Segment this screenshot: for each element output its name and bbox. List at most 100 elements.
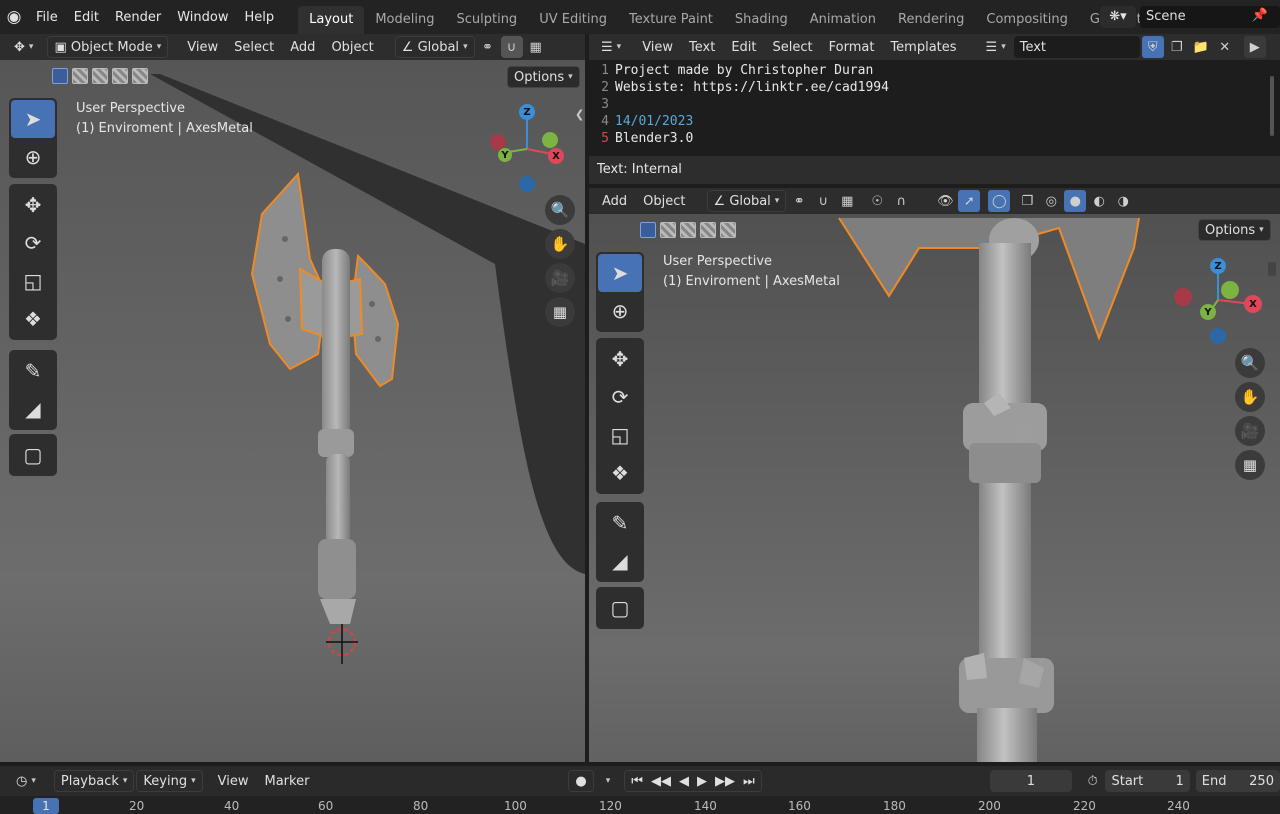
tab-shading[interactable]: Shading — [724, 6, 799, 34]
right-rotate-icon[interactable]: ⟳ — [598, 378, 642, 416]
tab-modeling[interactable]: Modeling — [364, 6, 445, 34]
left-menu-view[interactable]: View — [180, 40, 225, 55]
right-gizmo-y[interactable]: Y — [1200, 304, 1216, 320]
code-line[interactable]: 1 Project made by Christopher Duran — [589, 62, 1280, 79]
duplicate-text-icon[interactable]: ❐ — [1166, 36, 1188, 58]
jump-end-icon[interactable]: ⏭ — [743, 774, 755, 789]
right-gizmo-neg-z[interactable] — [1210, 328, 1226, 344]
right-menu-add[interactable]: Add — [595, 194, 634, 209]
right-select-new-icon[interactable] — [640, 222, 656, 238]
annotate-icon[interactable]: ✎ — [11, 352, 55, 390]
menu-edit[interactable]: Edit — [66, 10, 107, 25]
right-orientation-dropdown[interactable]: ∠ Global ▾ — [706, 190, 787, 212]
open-text-icon[interactable]: 📁 — [1190, 36, 1212, 58]
left-pan-hand-icon[interactable]: ✋ — [545, 229, 575, 259]
right-snap-icon[interactable]: ∪ — [812, 190, 834, 212]
left-camera-icon[interactable]: 🎥 — [545, 263, 575, 293]
overlay-toggle-icon[interactable]: ◯ — [988, 190, 1011, 212]
text-editor-type-icon[interactable]: ☰ ▾ — [595, 36, 627, 58]
right-select-intersect-icon[interactable] — [720, 222, 736, 238]
current-frame-field[interactable]: 1 — [989, 770, 1072, 792]
te-menu-format[interactable]: Format — [822, 40, 882, 55]
menu-window[interactable]: Window — [169, 10, 236, 25]
right-select-extend-icon[interactable] — [660, 222, 676, 238]
solid-shading-icon[interactable]: ● — [1064, 190, 1087, 212]
timeline-ruler[interactable]: 1 20 40 60 80 100 120 140 160 180 200 22… — [0, 796, 1280, 814]
play-icon[interactable]: ▶ — [697, 774, 707, 789]
right-transform-icon[interactable]: ❖ — [598, 454, 642, 492]
mode-dropdown[interactable]: ▣ Object Mode ▾ — [47, 36, 169, 58]
right-select-box-icon[interactable]: ➤ — [598, 254, 642, 292]
left-gizmo-x[interactable]: X — [548, 148, 564, 164]
line-text[interactable]: 14/01/2023 — [615, 113, 693, 130]
left-collapse-arrow-icon[interactable]: ❮ — [575, 108, 584, 121]
playback-dropdown[interactable]: Playback ▾ — [53, 770, 135, 792]
left-gizmo-z[interactable]: Z — [519, 104, 535, 120]
pivot-icon[interactable]: ⚭ — [477, 36, 499, 58]
start-frame-field[interactable]: Start 1 — [1105, 770, 1190, 792]
select-intersect-icon[interactable] — [132, 68, 148, 84]
code-line[interactable]: 5 Blender3.0 — [589, 130, 1280, 147]
add-cube-icon[interactable]: ▢ — [11, 436, 55, 474]
keying-dropdown[interactable]: Keying ▾ — [136, 770, 203, 792]
snap-grid-icon[interactable]: ▦ — [525, 36, 547, 58]
right-sidebar-tab[interactable] — [1268, 262, 1276, 276]
left-gizmo-y[interactable]: Y — [498, 148, 512, 162]
right-snap-grid-icon[interactable]: ▦ — [836, 190, 858, 212]
text-datablock-icon[interactable]: ☰ ▾ — [980, 36, 1012, 58]
menu-file[interactable]: File — [28, 10, 66, 25]
tab-sculpting[interactable]: Sculpting — [445, 6, 528, 34]
select-extend-icon[interactable] — [72, 68, 88, 84]
right-move-icon[interactable]: ✥ — [598, 340, 642, 378]
select-new-icon[interactable] — [52, 68, 68, 84]
tab-uv-editing[interactable]: UV Editing — [528, 6, 618, 34]
prev-keyframe-icon[interactable]: ◀◀ — [651, 774, 671, 789]
te-menu-text[interactable]: Text — [682, 40, 722, 55]
cursor-icon[interactable]: ⊕ — [11, 138, 55, 176]
text-scrollbar[interactable] — [1270, 76, 1274, 136]
select-box-icon[interactable]: ➤ — [11, 100, 55, 138]
right-options-dropdown[interactable]: Options ▾ — [1198, 219, 1271, 241]
left-orientation-dropdown[interactable]: ∠ Global ▾ — [394, 36, 475, 58]
move-icon[interactable]: ✥ — [11, 186, 55, 224]
tab-rendering[interactable]: Rendering — [887, 6, 975, 34]
transform-icon[interactable]: ❖ — [11, 300, 55, 338]
left-select-mode-buttons[interactable] — [52, 68, 148, 84]
te-menu-view[interactable]: View — [635, 40, 680, 55]
next-keyframe-icon[interactable]: ▶▶ — [715, 774, 735, 789]
line-text[interactable]: Blender3.0 — [615, 130, 693, 147]
snap-icon[interactable]: ∪ — [500, 36, 523, 58]
right-select-mode-buttons[interactable] — [640, 222, 736, 238]
left-menu-add[interactable]: Add — [283, 40, 322, 55]
tab-layout[interactable]: Layout — [298, 6, 365, 34]
material-shading-icon[interactable]: ◐ — [1088, 190, 1110, 212]
gizmo-toggle-icon[interactable]: ➚ — [958, 190, 981, 212]
left-menu-select[interactable]: Select — [227, 40, 281, 55]
wireframe-shading-icon[interactable]: ◎ — [1040, 190, 1062, 212]
end-frame-field[interactable]: End 250 — [1195, 770, 1280, 792]
right-menu-object[interactable]: Object — [636, 194, 692, 209]
select-subtract-icon[interactable] — [92, 68, 108, 84]
blender-logo-icon[interactable]: ◉ — [0, 0, 28, 34]
right-camera-icon[interactable]: 🎥 — [1235, 416, 1265, 446]
left-zoom-icon[interactable]: 🔍 — [545, 195, 575, 225]
scene-selector[interactable]: ❋▾ Scene 📌 — [1100, 5, 1280, 29]
falloff-icon[interactable]: ∩ — [890, 190, 912, 212]
select-invert-icon[interactable] — [112, 68, 128, 84]
right-pivot-icon[interactable]: ⚭ — [788, 190, 810, 212]
left-gizmo-neg-z[interactable] — [519, 176, 535, 192]
text-editor-body[interactable]: 1 Project made by Christopher Duran 2 Webs… — [589, 60, 1280, 156]
proportional-edit-icon[interactable]: ☉ — [866, 190, 888, 212]
right-zoom-icon[interactable]: 🔍 — [1235, 348, 1265, 378]
code-line[interactable]: 3 — [589, 96, 1280, 113]
left-navigation-gizmo[interactable]: Z Y X — [490, 104, 570, 194]
right-gizmo-neg-x[interactable] — [1174, 288, 1192, 306]
playhead-frame-badge[interactable]: 1 — [33, 798, 59, 814]
te-menu-templates[interactable]: Templates — [883, 40, 963, 55]
right-cursor-icon[interactable]: ⊕ — [598, 292, 642, 330]
jump-start-icon[interactable]: ⏮ — [631, 774, 643, 789]
code-line[interactable]: 2 Websiste: https://linktr.ee/cad1994 — [589, 79, 1280, 96]
tab-texture-paint[interactable]: Texture Paint — [618, 6, 724, 34]
menu-help[interactable]: Help — [237, 10, 283, 25]
menu-render[interactable]: Render — [107, 10, 169, 25]
